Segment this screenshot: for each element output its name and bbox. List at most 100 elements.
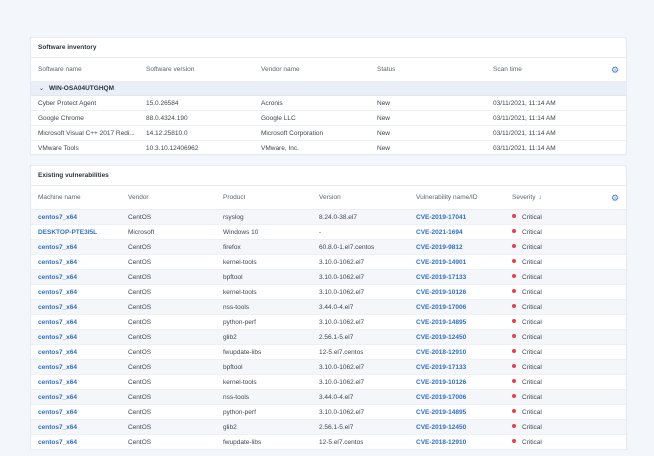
- vendor-cell: CentOS: [128, 319, 152, 326]
- machine-name-cell[interactable]: DESKTOP-PTE3I5L: [38, 225, 97, 240]
- column-vendor[interactable]: Vendor: [128, 186, 149, 210]
- vendor-name-cell: Google LLC: [261, 115, 296, 122]
- machine-name-cell[interactable]: centos7_x64: [38, 300, 77, 315]
- column-scan-time[interactable]: Scan time: [493, 58, 522, 82]
- machine-name-cell[interactable]: centos7_x64: [38, 405, 77, 420]
- column-software-version[interactable]: Software version: [146, 58, 194, 82]
- severity-text: Critical: [522, 334, 542, 341]
- vulnerability-row[interactable]: centos7_x64 CentOS kernel-tools 3.10.0-1062…: [31, 285, 626, 300]
- vulnerability-id-cell[interactable]: CVE-2021-1694: [416, 225, 463, 240]
- inventory-row[interactable]: Cyber Protect Agent 15.0.26584 Acronis New 0…: [31, 96, 626, 111]
- machine-name-cell[interactable]: centos7_x64: [38, 330, 77, 345]
- column-vendor-name[interactable]: Vendor name: [261, 58, 300, 82]
- severity-cell: Critical: [512, 420, 542, 435]
- vendor-cell: CentOS: [128, 394, 152, 401]
- critical-dot-icon: [512, 409, 516, 414]
- critical-dot-icon: [512, 259, 516, 264]
- severity-cell: Critical: [512, 345, 542, 360]
- vulnerability-id-cell[interactable]: CVE-2018-12910: [416, 345, 466, 360]
- machine-name-cell[interactable]: centos7_x64: [38, 390, 77, 405]
- vulnerability-row[interactable]: centos7_x64 CentOS glib2 2.56.1-5.el7 CVE-20…: [31, 420, 626, 435]
- column-machine-name[interactable]: Machine name: [38, 186, 81, 210]
- software-version-cell: 15.0.26584: [146, 100, 179, 107]
- critical-dot-icon: [512, 349, 516, 354]
- severity-cell: Critical: [512, 405, 542, 420]
- gear-icon[interactable]: ⚙: [611, 186, 619, 210]
- product-cell: glib2: [223, 334, 237, 341]
- severity-cell: Critical: [512, 390, 542, 405]
- column-severity[interactable]: Severity ↓: [512, 186, 542, 210]
- severity-text: Critical: [522, 304, 542, 311]
- chevron-down-icon[interactable]: ⌄: [39, 82, 44, 96]
- arrow-down-icon[interactable]: ↓: [538, 194, 541, 201]
- severity-cell: Critical: [512, 285, 542, 300]
- version-cell: 3.10.0-1062.el7: [319, 289, 365, 296]
- vulnerability-row[interactable]: centos7_x64 CentOS kernel-tools 3.10.0-1062…: [31, 375, 626, 390]
- vulnerability-id-cell[interactable]: CVE-2019-17006: [416, 390, 466, 405]
- vulnerability-id-cell[interactable]: CVE-2019-14901: [416, 255, 466, 270]
- vulnerability-id-cell[interactable]: CVE-2019-17041: [416, 210, 466, 225]
- vendor-name-cell: VMware, Inc.: [261, 145, 299, 152]
- inventory-row[interactable]: VMware Tools 10.3.10.12406962 VMware, Inc.…: [31, 141, 626, 156]
- vulnerability-id-cell[interactable]: CVE-2019-17133: [416, 270, 466, 285]
- vulnerability-id-cell[interactable]: CVE-2019-10126: [416, 375, 466, 390]
- machine-name-cell[interactable]: centos7_x64: [38, 435, 77, 450]
- critical-dot-icon: [512, 229, 516, 234]
- version-cell: 2.56.1-5.el7: [319, 424, 354, 431]
- vulnerability-row[interactable]: centos7_x64 CentOS kernel-tools 3.10.0-1062…: [31, 255, 626, 270]
- vulnerability-row[interactable]: centos7_x64 CentOS bpftool 3.10.0-1062.el7 C…: [31, 270, 626, 285]
- machine-name-cell[interactable]: centos7_x64: [38, 255, 77, 270]
- gear-icon[interactable]: ⚙: [611, 58, 619, 82]
- inventory-row[interactable]: Google Chrome 88.0.4324.190 Google LLC New 0…: [31, 111, 626, 126]
- machine-name-cell[interactable]: centos7_x64: [38, 210, 77, 225]
- severity-cell: Critical: [512, 435, 542, 450]
- vulnerability-id-cell[interactable]: CVE-2019-12450: [416, 330, 466, 345]
- machine-name-cell[interactable]: centos7_x64: [38, 345, 77, 360]
- vulnerability-id-cell[interactable]: CVE-2019-12450: [416, 420, 466, 435]
- machine-name-cell[interactable]: centos7_x64: [38, 420, 77, 435]
- vendor-cell: Microsoft: [128, 229, 155, 236]
- critical-dot-icon: [512, 274, 516, 279]
- critical-dot-icon: [512, 394, 516, 399]
- severity-cell: Critical: [512, 330, 542, 345]
- vulnerability-row[interactable]: centos7_x64 CentOS glib2 2.56.1-5.el7 CVE-20…: [31, 330, 626, 345]
- vulnerability-row[interactable]: centos7_x64 CentOS bpftool 3.10.0-1062.el7 C…: [31, 360, 626, 375]
- vulnerability-row[interactable]: centos7_x64 CentOS python-perf 3.10.0-1062.…: [31, 315, 626, 330]
- critical-dot-icon: [512, 214, 516, 219]
- vulnerability-row[interactable]: centos7_x64 CentOS python-perf 3.10.0-1062.…: [31, 405, 626, 420]
- vulnerability-row[interactable]: centos7_x64 CentOS fwupdate-libs 12-5.el7.c…: [31, 345, 626, 360]
- column-status[interactable]: Status: [377, 58, 395, 82]
- vendor-cell: CentOS: [128, 334, 152, 341]
- severity-text: Critical: [522, 379, 542, 386]
- vulnerability-id-cell[interactable]: CVE-2019-14895: [416, 405, 466, 420]
- machine-name-cell[interactable]: centos7_x64: [38, 285, 77, 300]
- column-vulnerability-name-id[interactable]: Vulnerability name/ID: [416, 186, 478, 210]
- vulnerability-id-cell[interactable]: CVE-2019-17006: [416, 300, 466, 315]
- vulnerability-row[interactable]: centos7_x64 CentOS nss-tools 3.44.0-4.el7 CV…: [31, 390, 626, 405]
- vulnerability-id-cell[interactable]: CVE-2019-17133: [416, 360, 466, 375]
- column-product[interactable]: Product: [223, 186, 245, 210]
- version-cell: 12-5.el7.centos: [319, 439, 364, 446]
- vulnerability-row[interactable]: centos7_x64 CentOS nss-tools 3.44.0-4.el7 CV…: [31, 300, 626, 315]
- machine-name-cell[interactable]: centos7_x64: [38, 240, 77, 255]
- machine-name-cell[interactable]: centos7_x64: [38, 270, 77, 285]
- severity-text: Critical: [522, 424, 542, 431]
- vulnerability-id-cell[interactable]: CVE-2019-10126: [416, 285, 466, 300]
- inventory-row[interactable]: Microsoft Visual C++ 2017 Redi... 14.12.2…: [31, 126, 626, 141]
- vulnerability-row[interactable]: centos7_x64 CentOS fwupdate-libs 12-5.el7.c…: [31, 435, 626, 450]
- critical-dot-icon: [512, 304, 516, 309]
- machine-name-cell[interactable]: centos7_x64: [38, 360, 77, 375]
- machine-name-cell[interactable]: centos7_x64: [38, 315, 77, 330]
- column-version[interactable]: Version: [319, 186, 341, 210]
- vulnerability-row[interactable]: DESKTOP-PTE3I5L Microsoft Windows 10 - CVE-2…: [31, 225, 626, 240]
- vulnerability-row[interactable]: centos7_x64 CentOS rsyslog 8.24.0-38.el7 CVE…: [31, 210, 626, 225]
- machine-name-cell[interactable]: centos7_x64: [38, 375, 77, 390]
- vulnerability-row[interactable]: centos7_x64 CentOS firefox 60.8.0-1.el7.cen…: [31, 240, 626, 255]
- critical-dot-icon: [512, 424, 516, 429]
- machine-group-row[interactable]: ⌄ WIN-OSA04UTGHQM: [31, 82, 626, 96]
- column-software-name[interactable]: Software name: [38, 58, 82, 82]
- version-cell: 3.10.0-1062.el7: [319, 364, 365, 371]
- vulnerability-id-cell[interactable]: CVE-2018-12910: [416, 435, 466, 450]
- vulnerability-id-cell[interactable]: CVE-2019-14895: [416, 315, 466, 330]
- vulnerability-id-cell[interactable]: CVE-2019-9812: [416, 240, 463, 255]
